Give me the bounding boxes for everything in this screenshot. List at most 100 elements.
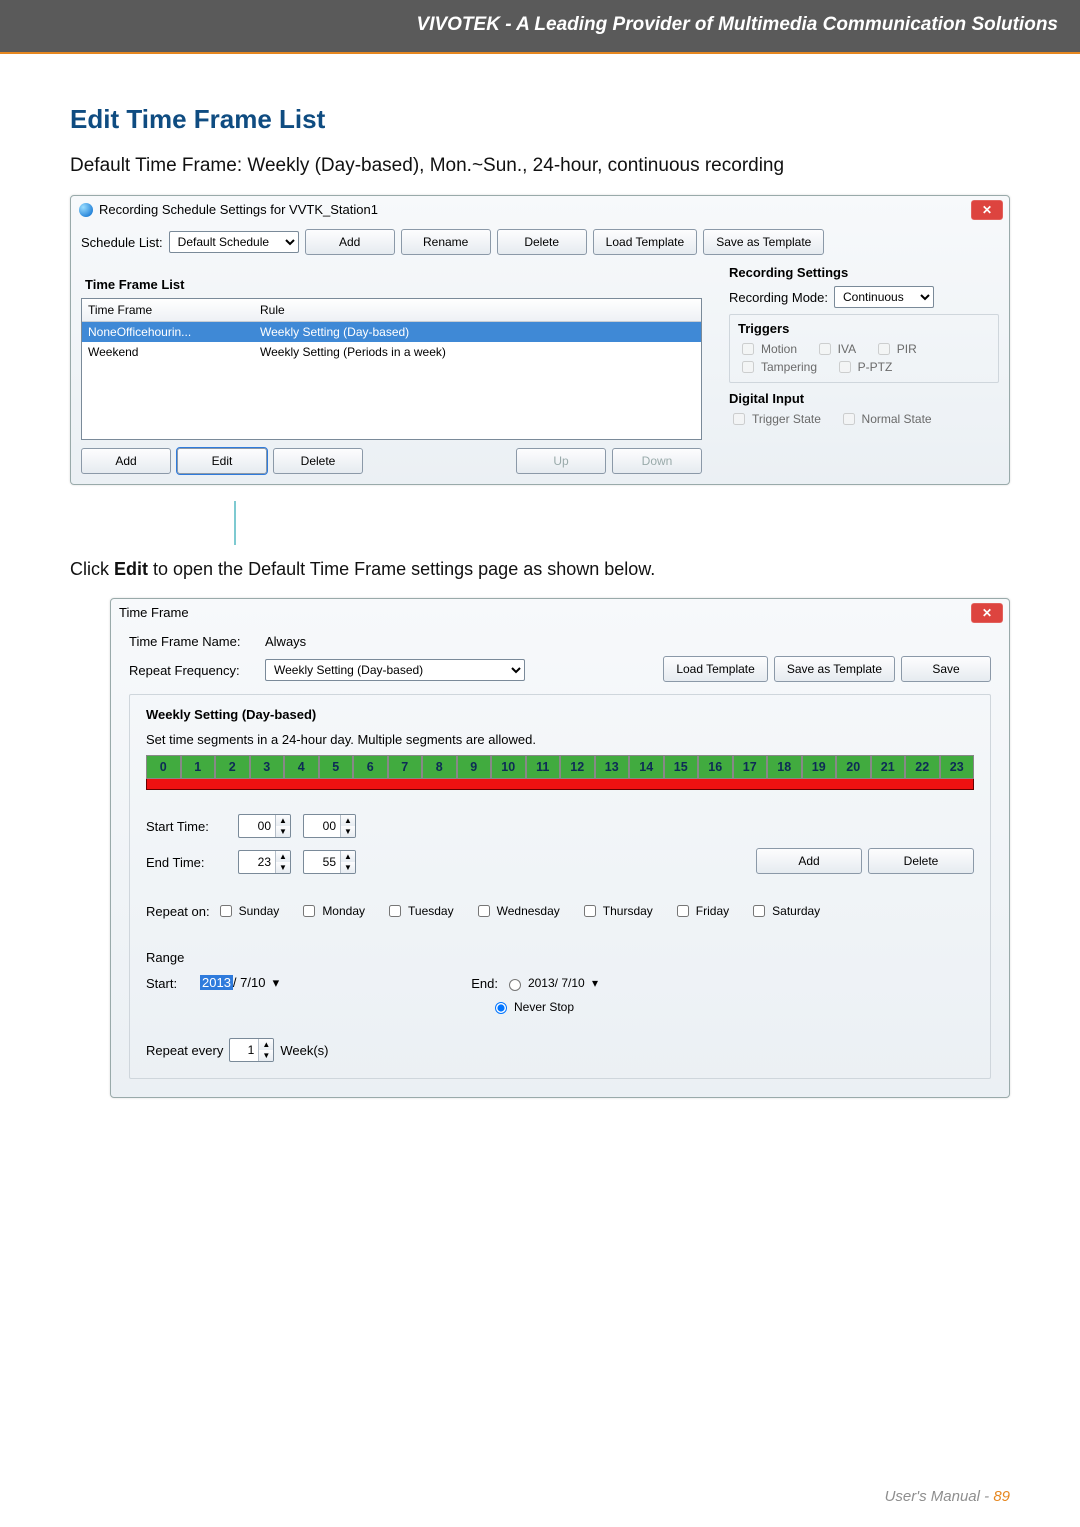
hour-cell[interactable]: 0 [146,755,181,779]
repeat-every-label: Repeat every [146,1043,223,1058]
hour-cell[interactable]: 11 [526,755,561,779]
hour-cell[interactable]: 2 [215,755,250,779]
section-intro: Default Time Frame: Weekly (Day-based), … [70,155,1010,177]
col-rule: Rule [254,299,701,322]
schedule-list-select[interactable]: Default Schedule [169,231,299,253]
tf-delete-button[interactable]: Delete [273,448,363,474]
repeat-every-spinner[interactable]: 1▲▼ [229,1038,274,1062]
start-time-label: Start Time: [146,819,226,834]
hour-cell[interactable]: 15 [664,755,699,779]
close-icon[interactable]: ✕ [971,200,1003,220]
triggers-title: Triggers [738,321,990,336]
start-hour-spinner[interactable]: 00▲▼ [238,814,291,838]
hour-cell[interactable]: 1 [181,755,216,779]
col-time-frame: Time Frame [82,299,254,322]
hour-cell[interactable]: 10 [491,755,526,779]
hour-cell[interactable]: 13 [595,755,630,779]
hour-cell[interactable]: 9 [457,755,492,779]
hour-cell[interactable]: 12 [560,755,595,779]
hour-cell[interactable]: 23 [940,755,975,779]
load-template-button[interactable]: Load Template [593,229,698,255]
save-as-template-button[interactable]: Save as Template [703,229,824,255]
hour-cell[interactable]: 22 [905,755,940,779]
hour-cell[interactable]: 20 [836,755,871,779]
close-icon[interactable]: ✕ [971,603,1003,623]
instruction-text: Click Edit to open the Default Time Fram… [70,559,1010,580]
tampering-checkbox[interactable]: Tampering [738,358,817,376]
day-sunday[interactable]: Sunday [216,902,280,920]
segment-delete-button[interactable]: Delete [868,848,974,874]
hour-cell[interactable]: 6 [353,755,388,779]
day-friday[interactable]: Friday [673,902,729,920]
repeat-every-unit: Week(s) [280,1043,328,1058]
app-icon [79,203,93,217]
load-template-button[interactable]: Load Template [663,656,768,682]
day-thursday[interactable]: Thursday [580,902,653,920]
hour-cell[interactable]: 7 [388,755,423,779]
weekly-setting-desc: Set time segments in a 24-hour day. Mult… [146,732,974,747]
day-saturday[interactable]: Saturday [749,902,820,920]
time-segment-bar[interactable] [146,779,974,790]
tf-down-button[interactable]: Down [612,448,702,474]
tf-name-label: Time Frame Name: [129,634,259,649]
day-wednesday[interactable]: Wednesday [474,902,560,920]
range-start-label: Start: [146,976,194,991]
tf-add-button[interactable]: Add [81,448,171,474]
delete-button[interactable]: Delete [497,229,587,255]
time-frame-list-title: Time Frame List [85,277,702,292]
hour-cell[interactable]: 16 [698,755,733,779]
end-hour-spinner[interactable]: 23▲▼ [238,850,291,874]
hour-cell[interactable]: 3 [250,755,285,779]
end-min-spinner[interactable]: 55▲▼ [303,850,356,874]
doc-header-banner: VIVOTEK - A Leading Provider of Multimed… [0,0,1080,52]
cell-tf: NoneOfficehourin... [82,322,254,343]
iva-checkbox[interactable]: IVA [815,340,856,358]
schedule-list-label: Schedule List: [81,235,163,250]
weekly-setting-title: Weekly Setting (Day-based) [146,707,974,722]
hour-cell[interactable]: 4 [284,755,319,779]
tf-up-button[interactable]: Up [516,448,606,474]
hour-cell[interactable]: 18 [767,755,802,779]
table-row[interactable]: NoneOfficehourin... Weekly Setting (Day-… [82,322,701,343]
save-as-template-button[interactable]: Save as Template [774,656,895,682]
cell-rule: Weekly Setting (Periods in a week) [254,342,701,362]
hour-cell[interactable]: 5 [319,755,354,779]
table-header-row: Time Frame Rule [82,299,701,322]
hour-cell[interactable]: 19 [802,755,837,779]
trigger-state-checkbox[interactable]: Trigger State [729,410,821,428]
tf-edit-button[interactable]: Edit [177,448,267,474]
pir-checkbox[interactable]: PIR [874,340,917,358]
motion-checkbox[interactable]: Motion [738,340,797,358]
range-title: Range [146,950,974,965]
segment-add-button[interactable]: Add [756,848,862,874]
rename-button[interactable]: Rename [401,229,491,255]
time-frame-list[interactable]: Time Frame Rule NoneOfficehourin... Week… [81,298,702,440]
repeat-on-label: Repeat on: [146,904,210,919]
hour-cell[interactable]: 14 [629,755,664,779]
add-button[interactable]: Add [305,229,395,255]
recording-settings-title: Recording Settings [729,265,999,280]
recording-mode-label: Recording Mode: [729,290,828,305]
range-end-label: End: [471,976,498,991]
cell-tf: Weekend [82,342,254,362]
day-tuesday[interactable]: Tuesday [385,902,454,920]
pptz-checkbox[interactable]: P-PTZ [835,358,893,376]
repeat-freq-select[interactable]: Weekly Setting (Day-based) [265,659,525,681]
hour-cell[interactable]: 17 [733,755,768,779]
hours-ruler[interactable]: 01234567891011121314151617181920212223 [146,755,974,779]
tf-name-value: Always [265,634,306,649]
day-monday[interactable]: Monday [299,902,365,920]
end-date-radio[interactable]: 2013/ 7/10 ▾ [504,976,598,991]
table-row[interactable]: Weekend Weekly Setting (Periods in a wee… [82,342,701,362]
digital-input-title: Digital Input [729,391,999,406]
normal-state-checkbox[interactable]: Normal State [839,410,932,428]
recording-mode-select[interactable]: Continuous [834,286,934,308]
never-stop-radio[interactable]: Never Stop [490,999,574,1014]
hour-cell[interactable]: 8 [422,755,457,779]
start-min-spinner[interactable]: 00▲▼ [303,814,356,838]
hour-cell[interactable]: 21 [871,755,906,779]
end-time-label: End Time: [146,855,226,870]
range-start-date[interactable]: 2013/ 7/10 ▾ [200,975,279,991]
window-title: Recording Schedule Settings for VVTK_Sta… [99,202,378,217]
save-button[interactable]: Save [901,656,991,682]
